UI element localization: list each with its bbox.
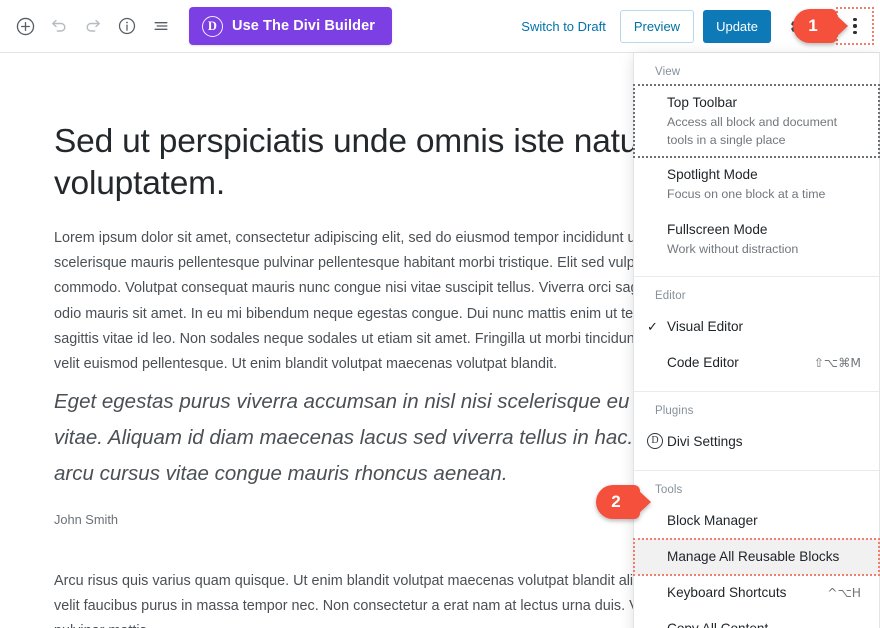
menu-item-text: Divi Settings <box>667 432 861 452</box>
menu-item-text: Keyboard Shortcuts <box>667 583 817 603</box>
undo-icon[interactable] <box>42 9 76 43</box>
menu-item-label: Divi Settings <box>667 434 743 449</box>
divi-logo-icon: D <box>202 15 223 37</box>
menu-item-label: Block Manager <box>667 513 758 528</box>
update-button[interactable]: Update <box>703 9 771 43</box>
toolbar-left-group: D Use The Divi Builder <box>0 7 393 45</box>
menu-item-label: Copy All Content <box>667 619 861 628</box>
menu-item-spotlight-mode[interactable]: Spotlight Mode Focus on one block at a ti… <box>634 157 879 212</box>
menu-item-label: Visual Editor <box>667 319 744 334</box>
menu-item-label: Fullscreen Mode <box>667 221 768 237</box>
menu-item-description: Access all block and document tools in a… <box>667 115 838 147</box>
menu-item-shortcut: ^⌥H <box>827 586 861 600</box>
menu-item-fullscreen-mode[interactable]: Fullscreen Mode Work without distraction <box>634 212 879 267</box>
divi-builder-label: Use The Divi Builder <box>232 18 376 34</box>
menu-item-description: Focus on one block at a time <box>667 187 826 201</box>
menu-item-text: Code Editor <box>667 353 804 373</box>
dropdown-section-label: Tools <box>655 484 683 496</box>
menu-item-visual-editor[interactable]: ✓ Visual Editor <box>634 309 879 345</box>
dropdown-section-label: Plugins <box>655 405 694 417</box>
menu-item-copy-all-content[interactable]: Copy All Content <box>634 611 879 628</box>
switch-to-draft-link[interactable]: Switch to Draft <box>507 19 620 34</box>
redo-icon[interactable] <box>76 9 110 43</box>
menu-item-code-editor[interactable]: Code Editor ⇧⌥⌘M <box>634 345 879 381</box>
document-info-icon[interactable] <box>110 9 144 43</box>
badge-number: 1 <box>808 16 818 35</box>
use-the-divi-builder-button[interactable]: D Use The Divi Builder <box>189 7 393 45</box>
annotation-badge-2: 2 <box>596 485 651 519</box>
menu-item-label: Top Toolbar <box>667 95 738 110</box>
menu-item-label: Spotlight Mode <box>667 167 758 182</box>
menu-item-keyboard-shortcuts[interactable]: Keyboard Shortcuts ^⌥H <box>634 575 879 611</box>
add-block-icon[interactable] <box>8 9 42 43</box>
menu-item-label: Keyboard Shortcuts <box>667 585 787 600</box>
editor-top-toolbar: D Use The Divi Builder Switch to Draft P… <box>0 0 880 53</box>
menu-item-top-toolbar[interactable]: Top Toolbar Access all block and document… <box>633 84 880 158</box>
menu-item-shortcut: ⇧⌥⌘M <box>813 356 861 370</box>
more-options-dropdown-menu: View Top Toolbar Access all block and docu… <box>633 53 880 628</box>
menu-item-description: Work without distraction <box>667 241 799 256</box>
dropdown-section: Editor ✓ Visual Editor Code Editor ⇧⌥⌘M <box>634 277 879 392</box>
menu-item-text: Spotlight Mode Focus on one block at a ti… <box>667 165 861 204</box>
dropdown-section: View Top Toolbar Access all block and docu… <box>633 53 880 277</box>
menu-item-text: Block Manager <box>667 511 861 531</box>
menu-item-text: Manage All Reusable Blocks <box>667 547 861 567</box>
menu-item-block-manager[interactable]: Block Manager <box>634 503 879 539</box>
dropdown-section: Tools Block Manager Manage All Reusable Bl… <box>633 471 880 628</box>
menu-item-text: Top Toolbar Access all block and document… <box>667 93 861 149</box>
menu-item-label: Code Editor <box>667 355 739 370</box>
block-list-view-icon[interactable] <box>144 9 178 43</box>
menu-item-label: Manage All Reusable Blocks <box>667 549 840 564</box>
annotation-badge-1: 1 <box>793 9 848 43</box>
menu-item-text: Copy All Content <box>667 619 861 628</box>
menu-item-text: Visual Editor <box>667 317 861 337</box>
menu-item-divi-settings[interactable]: D Divi Settings <box>634 424 879 460</box>
menu-item-text: Fullscreen Mode Work without distraction <box>667 220 861 259</box>
badge-number: 2 <box>611 492 621 511</box>
menu-item-manage-all-reusable-blocks[interactable]: Manage All Reusable Blocks <box>633 538 880 576</box>
dropdown-section-label: Editor <box>655 290 686 302</box>
checkmark-icon: ✓ <box>647 319 658 334</box>
dropdown-section: Plugins D Divi Settings <box>634 392 879 471</box>
divi-logo-icon: D <box>647 433 663 449</box>
dropdown-section-label: View <box>655 66 681 78</box>
editor-window: D Use The Divi Builder Switch to Draft P… <box>0 0 880 628</box>
preview-button[interactable]: Preview <box>619 9 695 43</box>
